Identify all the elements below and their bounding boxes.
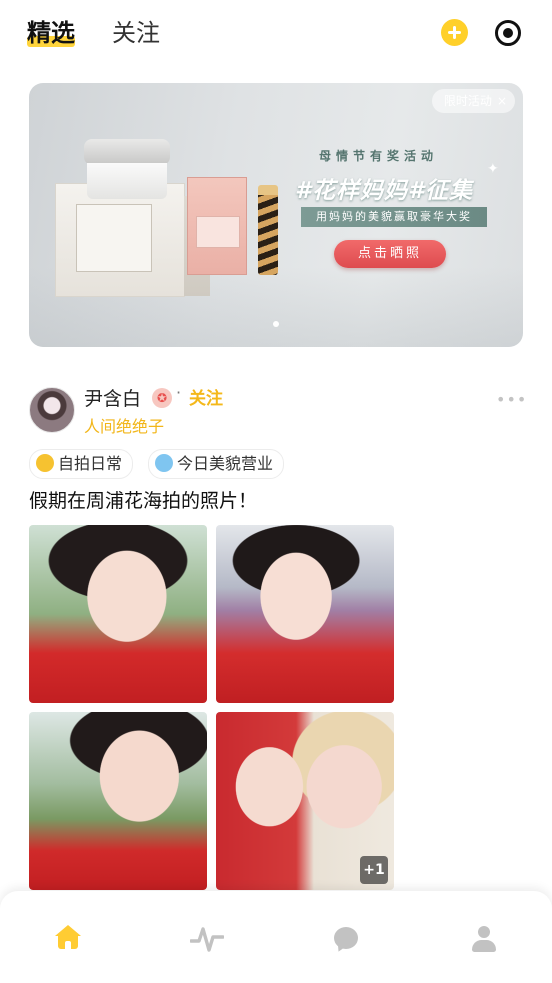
post-photo-1[interactable] [29,525,207,703]
pulse-icon [36,454,54,472]
product-box-label [76,204,152,272]
avatar[interactable] [29,387,75,433]
record-icon [503,28,513,38]
carousel-dot [273,321,279,327]
more-options-icon[interactable]: ••• [496,390,527,409]
post-caption: 假期在周浦花海拍的照片！ [29,490,258,512]
tab-following[interactable]: 关注 [112,16,160,50]
lipstick-tube [258,185,278,275]
post-photo-2[interactable] [216,525,394,703]
activity-icon-svg [189,927,225,952]
home-door [65,941,71,949]
profile-body [472,940,496,952]
banner-description: 用妈妈的美貌赢取豪华大奖 [301,207,487,227]
more-photos-count[interactable]: +1 [360,856,388,884]
banner-title: #花样妈妈#征集 [295,178,474,204]
topic-tag-selfie[interactable]: 自拍日常 [29,449,134,479]
username[interactable]: 尹含白 [84,384,141,411]
follow-button[interactable]: 关注 [189,384,223,409]
topic-icon [155,454,173,472]
activity-icon[interactable] [189,925,225,953]
perfume-label [196,216,240,248]
sparkle-icon: ✦ [487,161,499,177]
jar-lid [84,139,170,165]
verified-badge-icon: ✪ [152,388,172,408]
product-box [55,183,210,297]
promo-banner[interactable]: 限时活动 × 母情节有奖活动 #花样妈妈#征集 ✦ 用妈妈的美貌赢取豪华大奖 点击… [29,83,523,347]
lipstick-cap [258,185,278,195]
post-photo-4[interactable]: +1 [216,712,394,890]
product-jar [84,139,170,199]
topic-tag-label: 今日美貌营业 [177,454,274,473]
jar-body [87,163,167,199]
tab-featured-label: 精选 [27,19,75,47]
separator: · [176,383,182,402]
record-button[interactable] [495,20,521,46]
close-icon[interactable]: × [497,94,507,108]
user-signature: 人间绝绝子 [84,417,165,436]
topic-tag-beauty[interactable]: 今日美貌营业 [148,449,285,479]
banner-close-badge[interactable]: 限时活动 × [431,89,515,113]
profile-icon[interactable] [470,925,498,953]
add-post-button[interactable] [441,19,468,46]
banner-subtitle: 母情节有奖活动 [319,149,439,163]
chat-icon[interactable] [332,925,360,954]
banner-close-label: 限时活动 [443,94,492,108]
top-bar: 精选 关注 [0,0,552,70]
profile-head [478,926,490,938]
topic-tag-label: 自拍日常 [58,454,123,473]
post-photo-3[interactable] [29,712,207,890]
tab-featured[interactable]: 精选 [27,16,75,50]
home-icon[interactable] [54,925,82,953]
perfume-box [187,177,247,275]
bottom-nav [0,891,552,983]
banner-cta-button[interactable]: 点击晒照 [334,240,446,268]
